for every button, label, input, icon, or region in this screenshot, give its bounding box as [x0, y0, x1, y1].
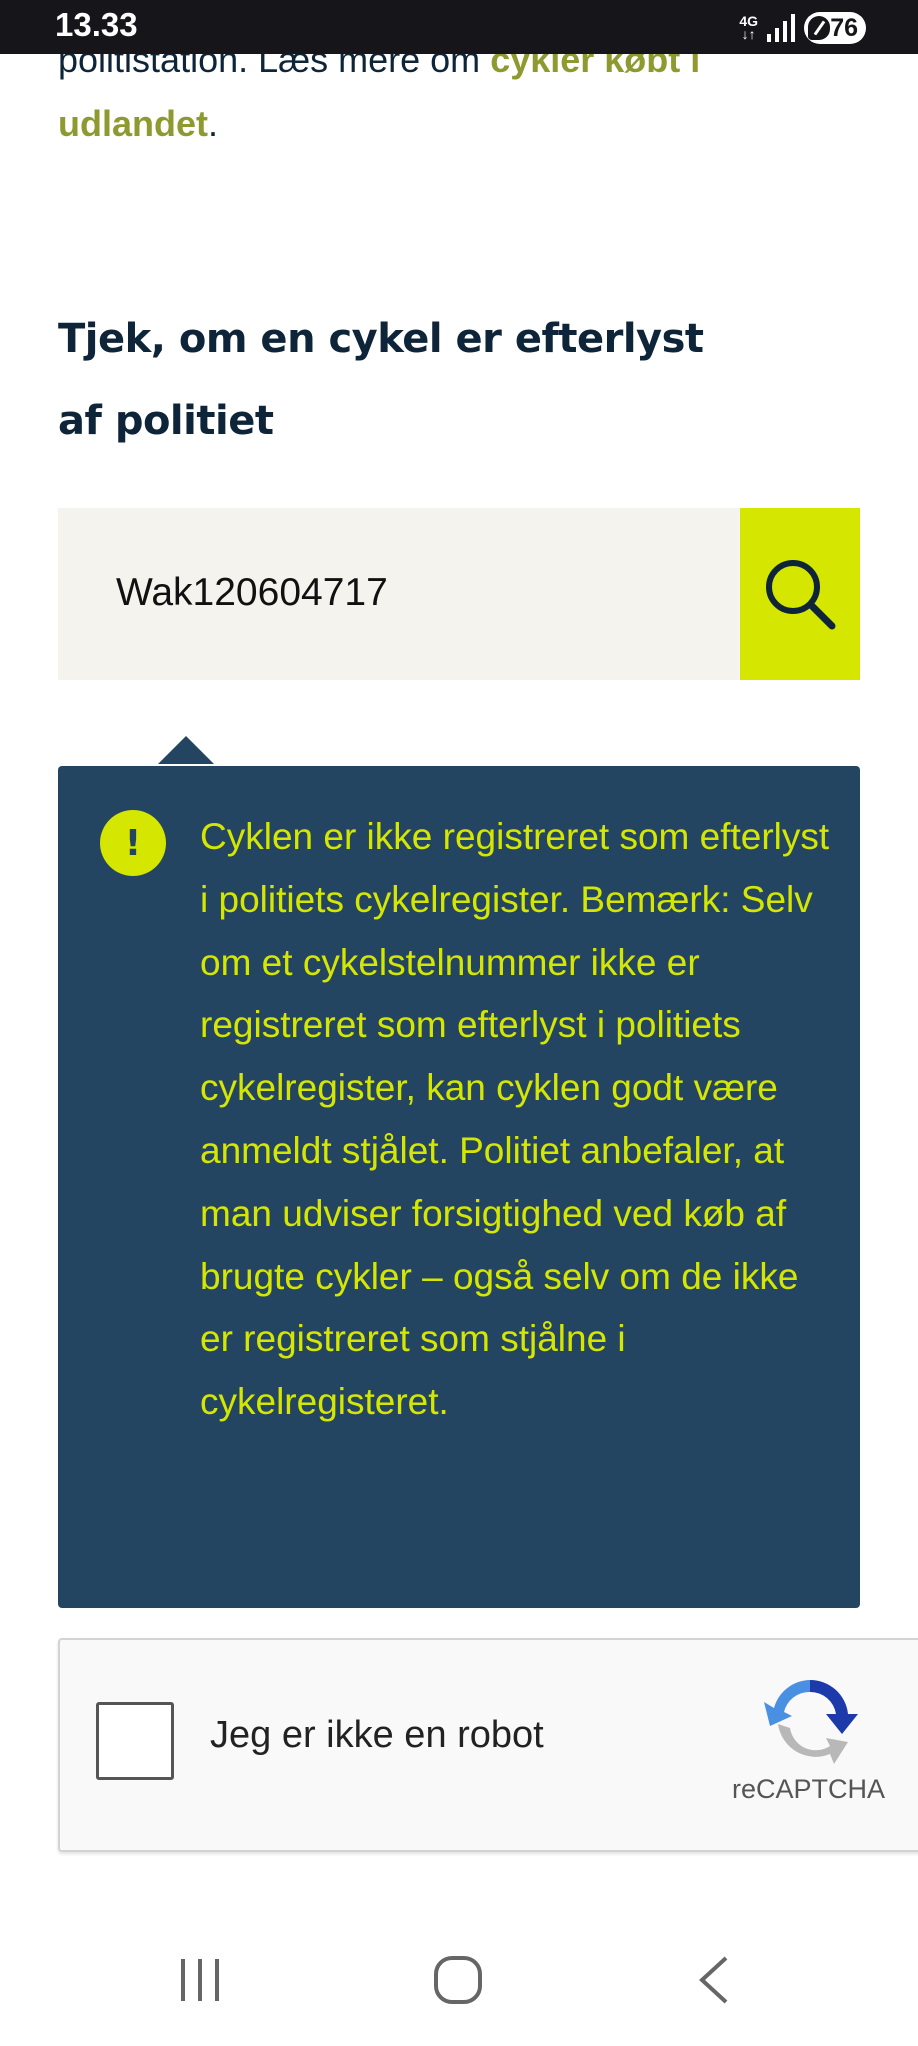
- frame-number-search-box: [58, 508, 740, 680]
- not-robot-label: Jeg er ikke en robot: [210, 1714, 544, 1756]
- result-pointer-arrow: [158, 736, 214, 764]
- result-message: Cyklen er ikke registreret som efterlyst…: [200, 816, 830, 1423]
- back-button[interactable]: [664, 1940, 764, 2020]
- status-icons: 4G ↓↑ 76: [739, 10, 866, 46]
- status-time: 13.33: [55, 6, 138, 43]
- battery-level: 76: [830, 13, 858, 42]
- recaptcha-brand: reCAPTCHA: [732, 1774, 886, 1804]
- search-result-panel: ! Cyklen er ikke registreret som efterly…: [58, 766, 860, 1608]
- recaptcha-logo-icon: [764, 1679, 858, 1764]
- search-button[interactable]: [740, 508, 860, 680]
- not-robot-checkbox[interactable]: [96, 1702, 174, 1780]
- home-icon: [434, 1956, 482, 2004]
- signal-icon: [767, 14, 795, 42]
- frame-number-input[interactable]: [116, 558, 676, 628]
- search-icon: [766, 560, 836, 630]
- system-navigation-bar: [0, 1920, 918, 2046]
- recent-apps-icon: [181, 1959, 219, 2001]
- recent-apps-button[interactable]: [150, 1940, 250, 2020]
- intro-period: .: [208, 103, 219, 144]
- home-button[interactable]: [408, 1940, 508, 2020]
- recaptcha-widget: Jeg er ikke en robot reCAPTCHA: [58, 1638, 918, 1852]
- status-bar: 13.33 4G ↓↑ 76: [0, 0, 918, 54]
- battery-indicator: 76: [804, 12, 866, 44]
- back-chevron-icon: [699, 1956, 728, 2004]
- network-type-label: 4G ↓↑: [739, 13, 758, 42]
- exclamation-icon: !: [100, 810, 166, 876]
- section-title: Tjek, om en cykel er efterlyst af politi…: [58, 316, 704, 444]
- power-saving-leaf-icon: [808, 16, 830, 40]
